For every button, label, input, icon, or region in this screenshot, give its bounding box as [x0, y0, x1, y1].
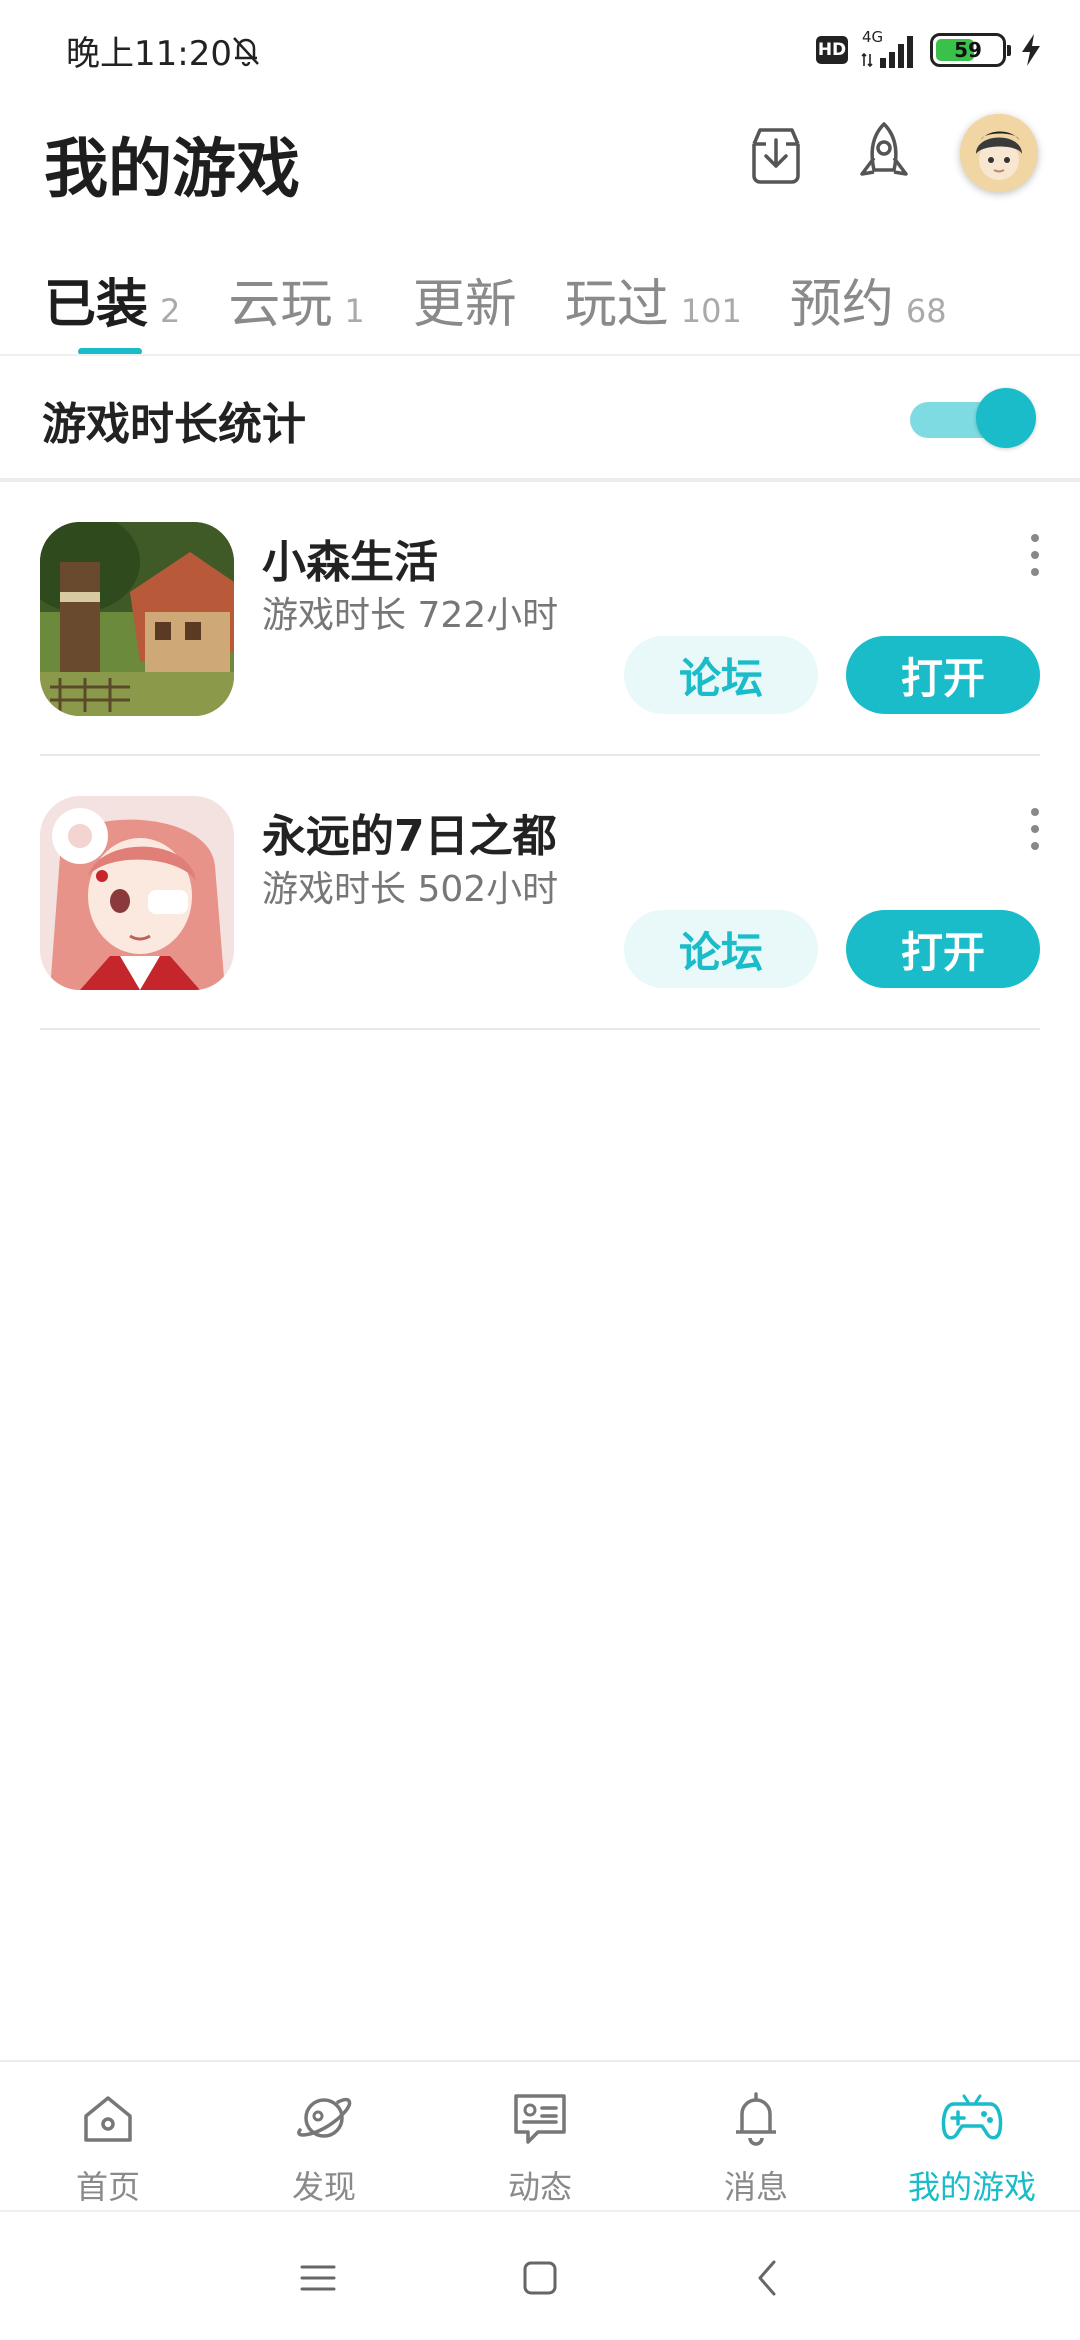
status-indicators: HD 4G 59 — [816, 28, 1044, 72]
playtime-stats-toggle[interactable] — [910, 388, 1036, 448]
nav-feed[interactable]: 动态 — [432, 2062, 648, 2210]
nav-messages[interactable]: 消息 — [648, 2062, 864, 2210]
bell-muted-icon — [233, 37, 259, 67]
forum-button[interactable]: 论坛 — [624, 636, 818, 714]
home-icon — [84, 2096, 132, 2142]
game-icon-7days[interactable] — [40, 796, 234, 990]
battery-level: 59 — [954, 38, 982, 62]
status-time: 晚上11:20 — [66, 34, 232, 74]
tab-label: 玩过 — [564, 275, 669, 335]
game-item[interactable]: 永远的7日之都 游戏时长 502小时 论坛 打开 — [0, 756, 1080, 1030]
more-options-icon[interactable] — [1020, 804, 1050, 854]
tab-reserved[interactable]: 预约 68 — [790, 262, 947, 337]
nav-label: 发现 — [291, 2168, 356, 2206]
tab-count: 68 — [905, 292, 947, 330]
game-playtime: 游戏时长 722小时 — [262, 595, 559, 636]
avatar[interactable] — [960, 114, 1038, 192]
menu-icon[interactable] — [296, 2256, 340, 2300]
status-bar: 晚上11:20 HD 4G 59 — [0, 0, 1080, 100]
battery-indicator: 59 — [930, 33, 1011, 67]
game-title: 永远的7日之都 — [262, 811, 557, 862]
divider — [40, 1028, 1040, 1030]
nav-my-games[interactable]: 我的游戏 — [864, 2062, 1080, 2210]
tab-label: 更新 — [412, 275, 517, 335]
open-button[interactable]: 打开 — [846, 636, 1040, 714]
more-options-icon[interactable] — [1020, 530, 1050, 580]
gamepad-icon — [941, 2094, 1003, 2140]
forum-button[interactable]: 论坛 — [624, 910, 818, 988]
nav-discover[interactable]: 发现 — [216, 2062, 432, 2210]
tab-installed[interactable]: 已装 2 — [44, 262, 180, 337]
rocket-icon[interactable] — [848, 118, 920, 190]
nav-label: 消息 — [723, 2168, 788, 2206]
tab-label: 预约 — [789, 275, 894, 335]
planet-icon — [297, 2097, 352, 2138]
bell-icon — [736, 2092, 776, 2146]
charging-icon — [1022, 34, 1040, 66]
tab-updates[interactable]: 更新 — [413, 262, 517, 337]
game-artwork — [40, 522, 234, 716]
tab-count: 101 — [680, 292, 742, 330]
tab-label: 云玩 — [228, 275, 333, 335]
nav-label: 动态 — [507, 2168, 572, 2206]
playtime-stats-row: 游戏时长统计 — [0, 356, 1080, 480]
system-nav-bar — [0, 2210, 1080, 2340]
open-button[interactable]: 打开 — [846, 910, 1040, 988]
network-type: 4G — [862, 28, 884, 46]
tab-label: 已装 — [44, 275, 149, 335]
tab-played[interactable]: 玩过 101 — [565, 262, 742, 337]
toggle-knob — [976, 388, 1036, 448]
avatar-image — [960, 114, 1038, 192]
game-title: 小森生活 — [262, 537, 438, 588]
tab-bar: 已装 2 云玩 1 更新 玩过 101 预约 68 — [44, 262, 995, 335]
feed-icon — [514, 2094, 566, 2144]
game-playtime: 游戏时长 502小时 — [262, 869, 559, 910]
nav-label: 我的游戏 — [907, 2168, 1036, 2206]
game-item[interactable]: 小森生活 游戏时长 722小时 论坛 打开 — [0, 482, 1080, 756]
nav-home[interactable]: 首页 — [0, 2062, 216, 2210]
tab-count: 1 — [344, 292, 365, 330]
bottom-nav: 首页 发现 动态 消息 我的游戏 — [0, 2060, 1080, 2210]
game-icon-xiaosen[interactable] — [40, 522, 234, 716]
tab-cloud-play[interactable]: 云玩 1 — [228, 262, 364, 337]
back-icon[interactable] — [746, 2256, 790, 2300]
download-icon[interactable] — [740, 118, 812, 190]
tab-count: 2 — [160, 292, 181, 330]
game-artwork — [40, 796, 234, 990]
signal-icon: 4G — [860, 28, 918, 70]
playtime-stats-label: 游戏时长统计 — [42, 399, 306, 450]
page-title: 我的游戏 — [44, 133, 300, 207]
hd-badge: HD — [816, 36, 848, 64]
nav-label: 首页 — [75, 2168, 140, 2206]
home-square-icon[interactable] — [518, 2256, 562, 2300]
